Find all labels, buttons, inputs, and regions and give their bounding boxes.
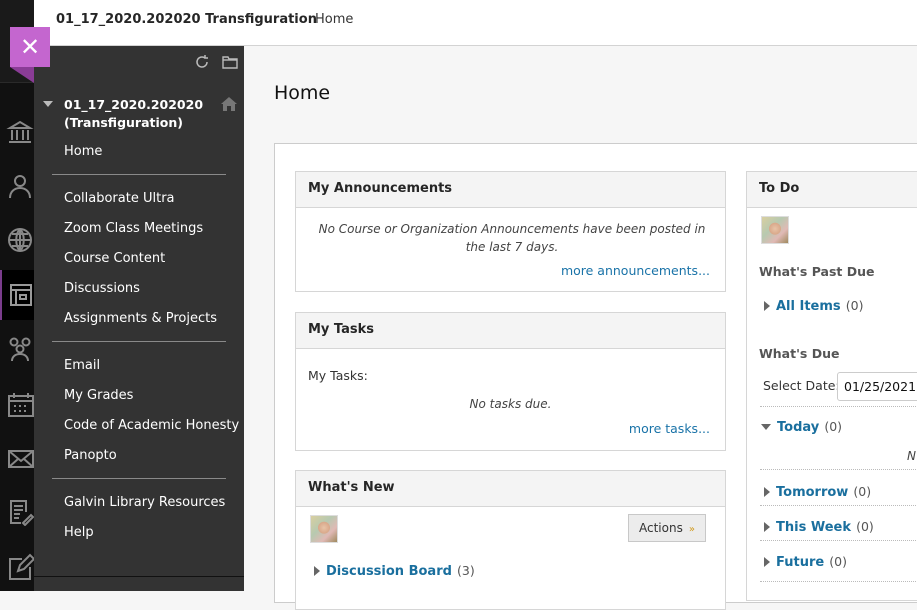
actions-label: Actions (639, 521, 683, 535)
menu-item-help[interactable]: Help (64, 525, 94, 540)
future-group[interactable]: Future (0) (764, 551, 847, 570)
select-date-input[interactable]: 01/25/2021 (837, 372, 917, 401)
menu-item-home[interactable]: Home (64, 144, 102, 159)
actions-button[interactable]: Actions » (628, 514, 706, 542)
future-link[interactable]: Future (776, 555, 824, 570)
course-menu: 01_17_2020.202020 (Transfiguration) Home… (34, 46, 244, 576)
item-count: (0) (824, 419, 843, 434)
all-items-row[interactable]: All Items (0) (764, 295, 863, 314)
top-bar: 01_17_2020.202020 Transfiguration Home (34, 0, 917, 46)
user-avatar (761, 216, 789, 244)
menu-divider (52, 341, 226, 342)
menu-item-galvin-library-resources[interactable]: Galvin Library Resources (64, 495, 225, 510)
edit-icon[interactable] (6, 553, 34, 581)
today-empty-message: N (907, 449, 916, 463)
expand-arrow-icon[interactable] (764, 556, 770, 567)
item-count: (0) (853, 484, 872, 499)
menu-item-course-content[interactable]: Course Content (64, 251, 165, 266)
item-count: (0) (829, 554, 847, 569)
close-icon: ✕ (19, 33, 41, 61)
divider (760, 469, 917, 470)
expand-arrow-icon[interactable] (314, 565, 320, 576)
menu-item-code-of-academic-honesty[interactable]: Code of Academic Honesty (64, 418, 239, 433)
refresh-icon[interactable] (194, 54, 210, 70)
profile-icon[interactable] (6, 172, 34, 200)
collapse-caret-icon[interactable] (43, 101, 53, 107)
institution-icon[interactable] (6, 118, 34, 146)
module-title[interactable]: What's New (296, 471, 725, 507)
close-menu-button[interactable]: ✕ (10, 27, 50, 67)
expand-arrow-icon[interactable] (764, 300, 770, 311)
menu-item-discussions[interactable]: Discussions (64, 281, 140, 296)
tasks-empty-message: No tasks due. (469, 397, 552, 411)
breadcrumb-home: Home (315, 12, 354, 27)
divider (760, 406, 917, 407)
double-chevron-down-icon: » (688, 524, 695, 535)
home-icon[interactable] (220, 96, 238, 112)
today-group[interactable]: Today (0) (761, 416, 842, 435)
user-avatar (310, 515, 338, 543)
course-menu-footer (34, 576, 244, 591)
all-items-link[interactable]: All Items (776, 299, 841, 314)
messages-icon[interactable] (6, 444, 34, 472)
more-announcements-link[interactable]: more announcements... (561, 263, 710, 278)
page-title: Home (274, 82, 331, 104)
course-title-breadcrumb[interactable]: 01_17_2020.202020 Transfiguration (56, 12, 317, 27)
this-week-group[interactable]: This Week (0) (764, 516, 874, 535)
globe-icon[interactable] (6, 226, 34, 254)
collapse-arrow-icon[interactable] (761, 423, 771, 430)
today-link[interactable]: Today (777, 420, 819, 435)
more-tasks-link[interactable]: more tasks... (629, 421, 710, 436)
menu-item-email[interactable]: Email (64, 358, 100, 373)
courses-icon[interactable] (6, 281, 34, 309)
announcements-empty-message: No Course or Organization Announcements … (318, 222, 706, 254)
menu-item-assignments-projects[interactable]: Assignments & Projects (64, 311, 217, 326)
tasks-module: My Tasks My Tasks: No tasks due. more ta… (295, 312, 726, 451)
whats-due-heading: What's Due (759, 346, 840, 361)
groups-icon[interactable] (6, 335, 34, 363)
close-button-flap (10, 67, 34, 83)
divider (760, 581, 917, 582)
item-count: (0) (856, 519, 874, 534)
divider (760, 505, 917, 506)
past-due-heading: What's Past Due (759, 264, 875, 279)
menu-course-title[interactable]: 01_17_2020.202020 (Transfiguration) (64, 96, 214, 132)
item-count: (3) (457, 563, 475, 578)
module-title[interactable]: My Announcements (296, 172, 725, 208)
menu-item-collaborate-ultra[interactable]: Collaborate Ultra (64, 191, 175, 206)
grades-icon[interactable] (6, 498, 34, 526)
divider (760, 540, 917, 541)
tasks-label: My Tasks: (308, 368, 368, 383)
expand-arrow-icon[interactable] (764, 521, 770, 532)
menu-item-my-grades[interactable]: My Grades (64, 388, 133, 403)
menu-item-panopto[interactable]: Panopto (64, 448, 117, 463)
menu-divider (52, 174, 226, 175)
expand-arrow-icon[interactable] (764, 486, 770, 497)
select-date-label: Select Date: (763, 378, 840, 393)
discussion-board-link[interactable]: Discussion Board (326, 564, 452, 579)
folder-view-icon[interactable] (222, 54, 238, 70)
menu-item-zoom-class-meetings[interactable]: Zoom Class Meetings (64, 221, 203, 236)
this-week-link[interactable]: This Week (776, 520, 851, 535)
tomorrow-group[interactable]: Tomorrow (0) (764, 481, 871, 500)
module-title[interactable]: To Do (747, 172, 917, 208)
announcements-module: My Announcements No Course or Organizati… (295, 171, 726, 292)
module-title[interactable]: My Tasks (296, 313, 725, 349)
whats-new-module: What's New Actions » Discussion Board (3) (295, 470, 726, 610)
menu-divider (52, 478, 226, 479)
todo-module: To Do What's Past Due All Items (0) What… (746, 171, 917, 601)
global-nav-rail (0, 0, 34, 591)
tomorrow-link[interactable]: Tomorrow (776, 485, 848, 500)
item-count: (0) (845, 298, 864, 313)
discussion-board-item[interactable]: Discussion Board (3) (314, 560, 475, 579)
calendar-icon[interactable] (6, 390, 34, 418)
